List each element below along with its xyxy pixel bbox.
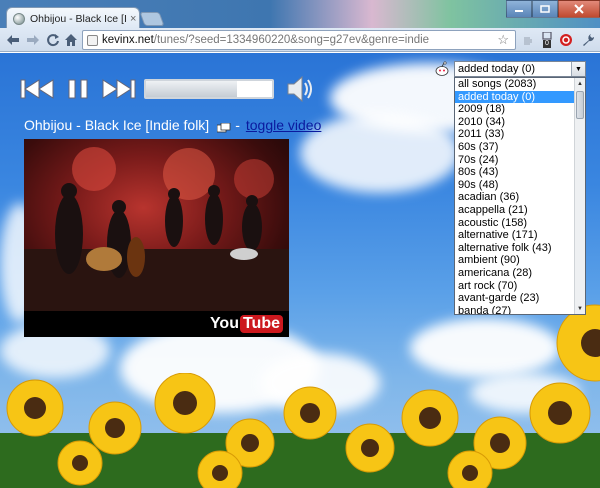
url-path: /tunes/?seed=1334960220&song=g27ev&genre… [153,34,430,46]
genre-dropdown-list[interactable]: all songs (2083) added today (0) 2009 (18)… [454,77,586,315]
next-button[interactable] [98,73,138,105]
bookmark-star-icon[interactable]: ☆ [497,32,509,48]
reddit-alien-icon[interactable] [434,61,450,77]
genre-select-value: added today (0) [458,63,536,75]
genre-option[interactable]: alternative folk (43) [455,242,585,255]
genre-option[interactable]: 70s (24) [455,154,585,167]
genre-option[interactable]: art rock (70) [455,280,585,293]
scrollbar-thumb[interactable] [576,91,584,119]
wrench-icon[interactable] [580,32,596,48]
tab-close-button[interactable]: × [130,13,136,25]
forward-arrow-icon [27,35,39,45]
now-playing-line: Ohbijou - Black Ice [Indie folk] - toggl… [24,117,321,133]
pause-icon [68,79,88,99]
extension-puzzle-icon[interactable] [520,32,536,48]
progress-fill [146,81,237,97]
popout-window-icon[interactable] [216,120,231,133]
genre-select[interactable]: added today (0) ▼ [454,61,586,77]
youtube-logo-you: You [209,315,239,332]
title-bar: Ohbijou - Black Ice [Indie fo × [0,0,600,29]
new-tab-button[interactable] [139,12,165,26]
pause-button[interactable] [58,73,98,105]
page-icon [87,34,98,46]
genre-option[interactable]: 60s (37) [455,141,585,154]
genre-option[interactable]: 90s (48) [455,179,585,192]
tab-title: Ohbijou - Black Ice [Indie fo [30,12,126,25]
video-player[interactable]: You Tube [24,139,289,337]
back-button[interactable] [4,31,22,49]
address-bar[interactable]: kevinx.net/tunes/?seed=1334960220&song=g… [82,30,516,50]
genre-option[interactable]: acadian (36) [455,191,585,204]
player-controls [18,73,316,105]
close-icon [574,4,584,14]
url-host: kevinx.net [102,34,154,46]
progress-bar[interactable] [144,79,274,99]
toggle-video-link[interactable]: toggle video [246,117,322,133]
adblock-icon[interactable] [558,32,574,48]
reload-button[interactable] [44,31,62,49]
dropdown-scrollbar[interactable]: ▲ ▼ [574,78,585,314]
favicon-icon [13,12,25,25]
home-button[interactable] [62,31,80,49]
extension-badge: 0 [543,40,551,48]
previous-button[interactable] [18,73,58,105]
youtube-logo: You Tube [210,315,283,333]
minimize-icon [515,10,523,12]
genre-option[interactable]: banda (27) [455,305,585,314]
genre-option[interactable]: acappella (21) [455,204,585,217]
title-separator: - [235,117,240,133]
browser-tab[interactable]: Ohbijou - Black Ice [Indie fo × [6,7,140,29]
concert-stage-image [24,147,289,311]
skip-back-icon [20,79,54,99]
skip-forward-icon [102,79,136,99]
chevron-down-icon[interactable]: ▼ [571,62,585,76]
minimize-button[interactable] [506,0,532,18]
browser-toolbar: kevinx.net/tunes/?seed=1334960220&song=g… [0,28,600,52]
genre-option[interactable]: ambient (90) [455,254,585,267]
genre-option[interactable]: added today (0) [455,90,585,104]
page-viewport: Ohbijou - Black Ice [Indie folk] - toggl… [0,53,600,488]
genre-option[interactable]: all songs (2083) [455,78,585,91]
sunflower-field [0,373,600,488]
back-arrow-icon [7,35,19,45]
maximize-button[interactable] [532,0,558,18]
genre-option[interactable]: alternative (171) [455,229,585,242]
genre-option[interactable]: 80s (43) [455,166,585,179]
reload-icon [47,34,59,47]
genre-option[interactable]: 2011 (33) [455,128,585,141]
scroll-down-arrow-icon[interactable]: ▼ [575,303,585,314]
close-window-button[interactable] [558,0,600,18]
genre-option[interactable]: 2009 (18) [455,103,585,116]
scroll-up-arrow-icon[interactable]: ▲ [575,78,585,89]
video-frame [24,139,289,311]
genre-option[interactable]: 2010 (34) [455,116,585,129]
extension-counter-icon[interactable]: 0 [539,32,555,48]
maximize-icon [540,5,550,13]
window-controls [506,0,600,18]
genre-option[interactable]: acoustic (158) [455,217,585,230]
home-icon [65,34,77,46]
genre-option[interactable]: avant-garde (23) [455,292,585,305]
genre-option[interactable]: americana (28) [455,267,585,280]
song-title: Ohbijou - Black Ice [Indie folk] [24,117,210,133]
forward-button[interactable] [24,31,42,49]
volume-speaker-icon[interactable] [282,72,316,106]
youtube-logo-tube: Tube [239,315,283,333]
